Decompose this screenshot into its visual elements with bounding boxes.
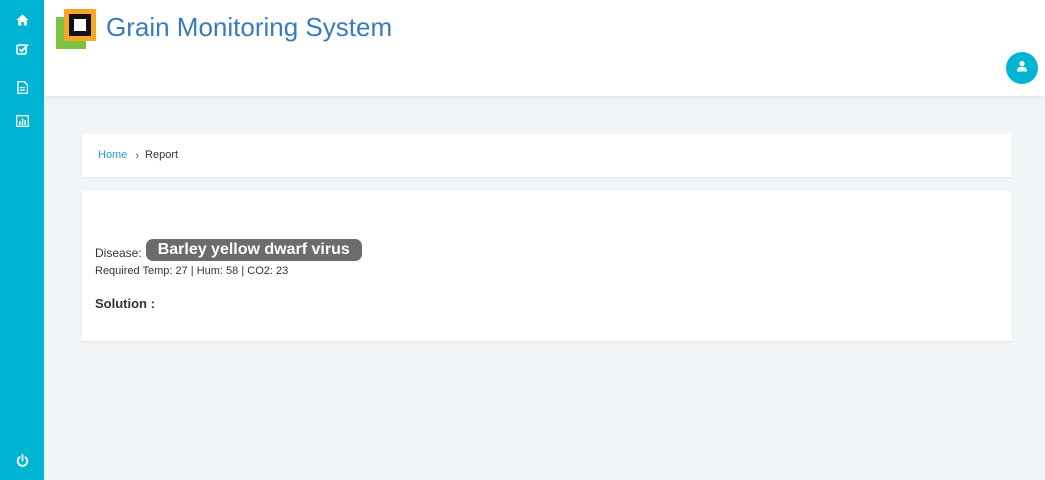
breadcrumb-current: Report xyxy=(145,149,179,161)
home-icon[interactable] xyxy=(12,10,32,30)
user-avatar-button[interactable] xyxy=(1006,52,1038,84)
report-card: Disease: Barley yellow dwarf virus Requi… xyxy=(82,191,1012,341)
breadcrumb-home-link[interactable]: Home xyxy=(98,149,127,161)
disease-badge: Barley yellow dwarf virus xyxy=(145,239,362,261)
breadcrumb: Home › Report xyxy=(98,149,179,162)
breadcrumb-separator: › xyxy=(135,150,140,162)
sidebar xyxy=(0,0,44,480)
check-square-icon[interactable] xyxy=(12,39,32,59)
solution-label: Solution : xyxy=(95,296,155,311)
user-icon xyxy=(1016,59,1028,77)
disease-label: Disease: xyxy=(95,246,142,260)
top-header: Grain Monitoring System xyxy=(44,0,1045,96)
app-logo xyxy=(56,9,96,49)
power-icon[interactable] xyxy=(12,450,32,470)
breadcrumb-card: Home › Report xyxy=(82,134,1012,177)
required-conditions: Required Temp: 27 | Hum: 58 | CO2: 23 xyxy=(95,265,289,277)
bar-chart-icon[interactable] xyxy=(12,111,32,131)
disease-row: Disease: Barley yellow dwarf virus xyxy=(95,239,362,261)
app-title: Grain Monitoring System xyxy=(106,12,393,42)
document-icon[interactable] xyxy=(12,77,32,97)
